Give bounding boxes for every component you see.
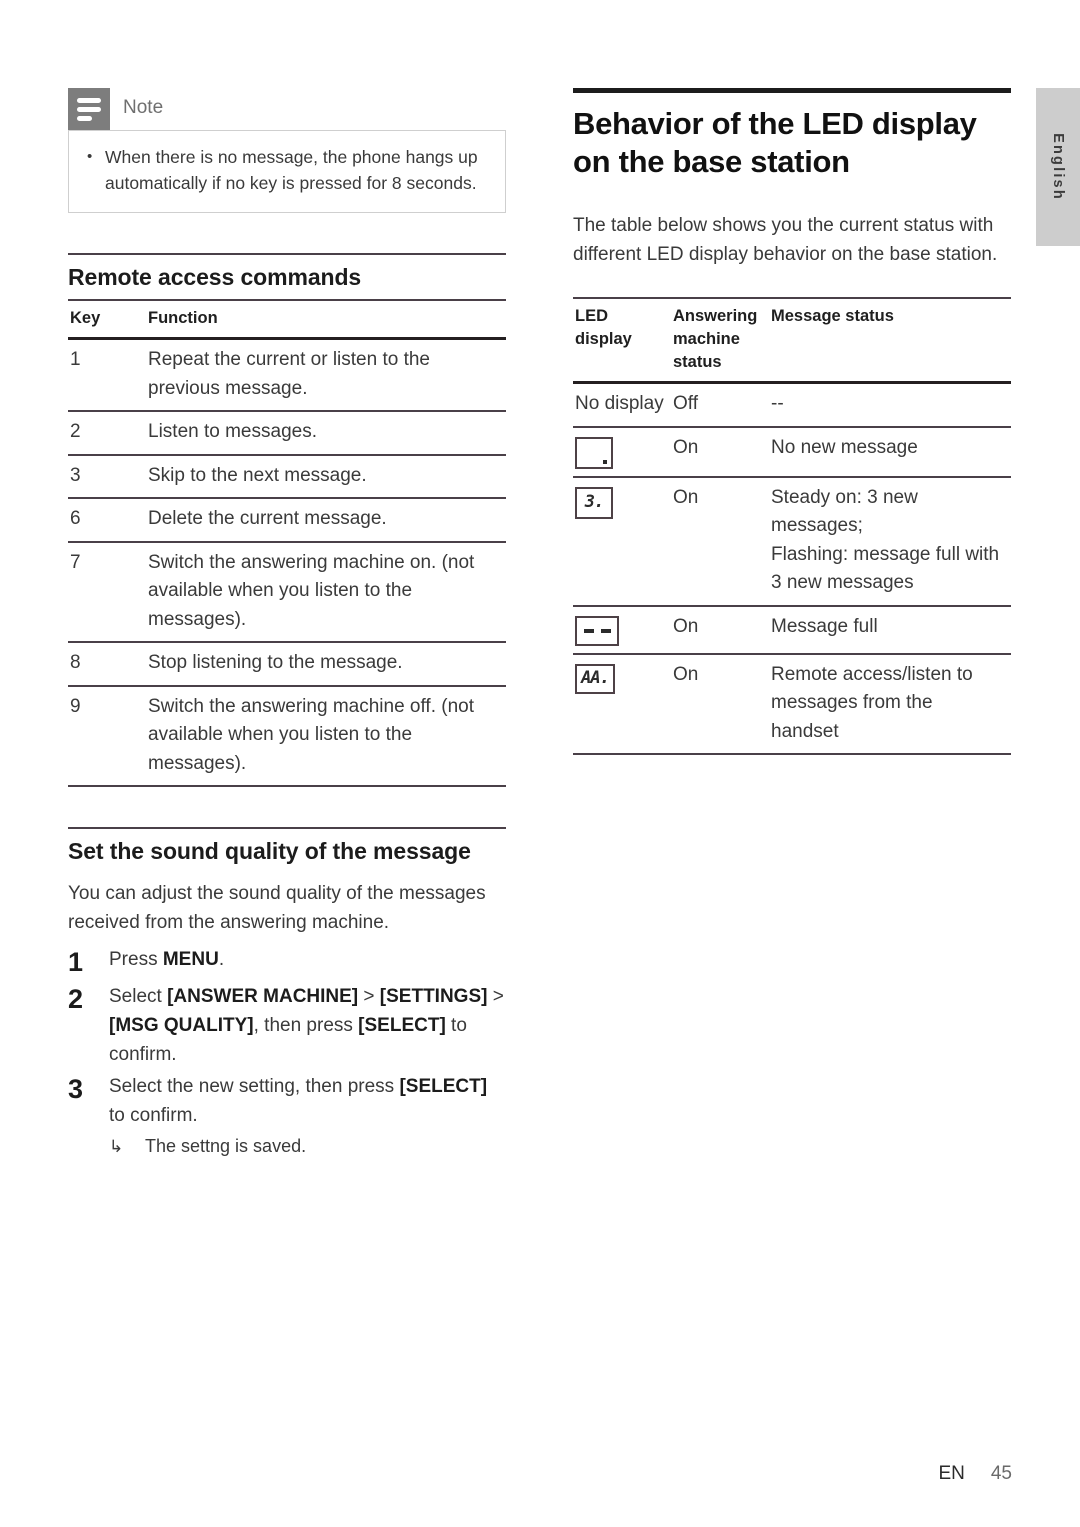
cell-function: Delete the current message. [148,508,387,529]
cell-led-display: AA. [573,654,671,755]
led-display-blank-icon [575,436,613,469]
footer-page-number: 45 [990,1463,1012,1484]
cell-message-status: Message full [771,615,878,637]
cell-key: 1 [70,349,81,370]
note-list-item: When there is no message, the phone hang… [83,144,489,196]
table-row: 7 Switch the answering machine on. (not … [68,542,506,642]
step-result: ↳ The settng is saved. [109,1133,506,1160]
step-item: 2 Select [ANSWER MACHINE] > [SETTINGS] >… [68,982,506,1069]
right-column: Behavior of the LED display on the base … [573,88,1011,755]
cell-function: Skip to the next message. [148,464,367,486]
note-list: When there is no message, the phone hang… [83,144,489,196]
table-row: 9 Switch the answering machine off. (not… [68,686,506,786]
step-number: 3 [68,1074,84,1104]
cell-am-status: On [673,486,699,508]
note-body: When there is no message, the phone hang… [68,130,506,213]
cell-key: 9 [70,695,81,717]
table-header-row: Key Function [68,300,506,339]
table-row: 3. On Steady on: 3 new messages; Flashin… [573,477,1011,606]
page-footer: EN 45 [938,1463,1012,1485]
led-intro-paragraph: The table below shows you the current st… [573,215,998,265]
column-header-answering-machine-status: Answering machine status [673,307,758,371]
led-digit-glyph: 3. [584,492,604,513]
sound-quality-intro: You can adjust the sound quality of the … [68,883,486,933]
table-row: On No new message [573,427,1011,477]
cell-message-status: Remote access/listen to messages from th… [771,663,973,742]
language-tab: English [1036,88,1080,246]
section-remote-access: Remote access commands Key Function 1 Re… [68,253,506,787]
section-sound-quality: Set the sound quality of the message You… [68,827,506,1160]
cell-message-status: No new message [771,436,918,458]
table-row: 2 Listen to messages. [68,411,506,455]
step-item: 3 Select the new setting, then press [SE… [68,1072,506,1130]
led-dash-glyphs [577,618,617,644]
cell-function: Switch the answering machine on. (not av… [148,551,475,630]
table-row: 3 Skip to the next message. [68,455,506,498]
step-number: 2 [68,984,84,1014]
led-decimal-dot [603,459,607,464]
step-item: 1 Press MENU. [68,945,506,979]
note-title: Note [123,97,164,118]
table-header-row: LED display Answering machine status Mes… [573,298,1011,383]
led-display-aa-icon: AA. [575,663,615,694]
cell-led-display [573,427,671,477]
cell-function: Repeat the current or listen to the prev… [148,349,430,399]
column-header-led-display: LED display [575,307,632,348]
cell-function: Stop listening to the message. [148,652,403,673]
section-rule [68,253,506,255]
cell-function: Switch the answering machine off. (not a… [148,695,474,774]
table-row: 1 Repeat the current or listen to the pr… [68,339,506,411]
cell-am-status: On [673,615,699,637]
table-row: AA. On Remote access/listen to messages … [573,654,1011,755]
column-header-message-status: Message status [771,307,894,325]
cell-message-status: -- [771,393,784,414]
table-row: On Message full [573,606,1011,654]
section-rule [68,827,506,829]
note-lines-icon [68,88,110,130]
section-title-sound-quality: Set the sound quality of the message [68,838,471,864]
remote-access-table: Key Function 1 Repeat the current or lis… [68,299,506,787]
cell-led-display: 3. [573,477,671,606]
step-text: Press MENU. [109,949,225,970]
cell-key: 3 [70,464,81,486]
cell-led-display [573,606,671,654]
cell-message-status: Steady on: 3 new messages; Flashing: mes… [771,486,1000,594]
led-display-digit-3-icon: 3. [575,486,613,519]
cell-am-status: On [673,436,699,458]
sound-quality-steps: 1 Press MENU. 2 Select [ANSWER MACHINE] … [68,945,506,1160]
left-column: Note When there is no message, the phone… [68,88,506,1160]
page-title: Behavior of the LED display on the base … [573,106,977,179]
heading-rule [573,88,1011,93]
table-row: 8 Stop listening to the message. [68,642,506,686]
result-arrow-icon: ↳ [109,1137,124,1156]
led-display-dashes-icon [575,615,619,646]
column-header-key: Key [70,309,101,327]
cell-key: 2 [70,421,81,442]
cell-am-status: Off [673,393,698,414]
step-text: Select [ANSWER MACHINE] > [SETTINGS] > [… [109,986,504,1065]
footer-locale: EN [938,1463,965,1484]
note-header: Note [68,88,506,130]
language-tab-label: English [1050,133,1066,201]
section-title-remote-access: Remote access commands [68,264,362,290]
step-number: 1 [68,947,84,977]
result-text: The settng is saved. [145,1136,307,1156]
cell-am-status: On [673,663,699,685]
cell-function: Listen to messages. [148,421,317,442]
cell-key: 7 [70,551,81,573]
note-callout: Note When there is no message, the phone… [68,88,506,213]
cell-led-display: No display [575,393,664,414]
led-behavior-table: LED display Answering machine status Mes… [573,297,1011,755]
cell-key: 6 [70,508,81,529]
manual-page: English Note When there is no message, t… [0,0,1080,1527]
cell-key: 8 [70,652,81,673]
column-header-function: Function [148,309,218,327]
table-row: 6 Delete the current message. [68,498,506,542]
table-row: No display Off -- [573,383,1011,427]
step-text: Select the new setting, then press [SELE… [109,1076,488,1126]
led-digit-glyph: AA. [581,668,610,689]
